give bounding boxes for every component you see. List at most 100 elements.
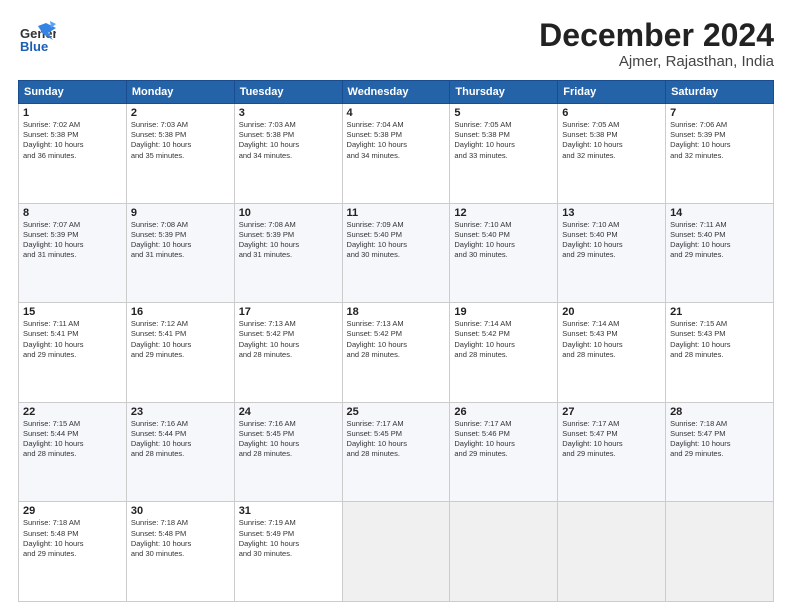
day-number: 23 — [131, 406, 230, 418]
col-saturday: Saturday — [666, 81, 774, 104]
col-wednesday: Wednesday — [342, 81, 450, 104]
table-row — [666, 502, 774, 602]
day-number: 4 — [347, 107, 446, 119]
day-number: 14 — [670, 207, 769, 219]
table-row: 16Sunrise: 7:12 AM Sunset: 5:41 PM Dayli… — [126, 303, 234, 403]
logo-icon: General Blue — [18, 18, 56, 56]
col-monday: Monday — [126, 81, 234, 104]
table-row: 11Sunrise: 7:09 AM Sunset: 5:40 PM Dayli… — [342, 203, 450, 303]
day-info: Sunrise: 7:19 AM Sunset: 5:49 PM Dayligh… — [239, 518, 338, 559]
table-row: 31Sunrise: 7:19 AM Sunset: 5:49 PM Dayli… — [234, 502, 342, 602]
day-info: Sunrise: 7:14 AM Sunset: 5:42 PM Dayligh… — [454, 319, 553, 360]
day-info: Sunrise: 7:18 AM Sunset: 5:48 PM Dayligh… — [131, 518, 230, 559]
calendar-subtitle: Ajmer, Rajasthan, India — [539, 53, 774, 70]
col-friday: Friday — [558, 81, 666, 104]
day-number: 29 — [23, 505, 122, 517]
day-info: Sunrise: 7:06 AM Sunset: 5:39 PM Dayligh… — [670, 120, 769, 161]
day-info: Sunrise: 7:17 AM Sunset: 5:47 PM Dayligh… — [562, 419, 661, 460]
day-number: 6 — [562, 107, 661, 119]
day-number: 28 — [670, 406, 769, 418]
table-row: 17Sunrise: 7:13 AM Sunset: 5:42 PM Dayli… — [234, 303, 342, 403]
day-info: Sunrise: 7:13 AM Sunset: 5:42 PM Dayligh… — [239, 319, 338, 360]
table-row: 12Sunrise: 7:10 AM Sunset: 5:40 PM Dayli… — [450, 203, 558, 303]
day-info: Sunrise: 7:15 AM Sunset: 5:43 PM Dayligh… — [670, 319, 769, 360]
day-info: Sunrise: 7:08 AM Sunset: 5:39 PM Dayligh… — [239, 220, 338, 261]
day-info: Sunrise: 7:08 AM Sunset: 5:39 PM Dayligh… — [131, 220, 230, 261]
day-number: 20 — [562, 306, 661, 318]
table-row: 23Sunrise: 7:16 AM Sunset: 5:44 PM Dayli… — [126, 402, 234, 502]
day-info: Sunrise: 7:11 AM Sunset: 5:41 PM Dayligh… — [23, 319, 122, 360]
day-info: Sunrise: 7:16 AM Sunset: 5:45 PM Dayligh… — [239, 419, 338, 460]
table-row: 4Sunrise: 7:04 AM Sunset: 5:38 PM Daylig… — [342, 104, 450, 204]
day-info: Sunrise: 7:11 AM Sunset: 5:40 PM Dayligh… — [670, 220, 769, 261]
day-info: Sunrise: 7:17 AM Sunset: 5:45 PM Dayligh… — [347, 419, 446, 460]
table-row: 22Sunrise: 7:15 AM Sunset: 5:44 PM Dayli… — [19, 402, 127, 502]
table-row: 6Sunrise: 7:05 AM Sunset: 5:38 PM Daylig… — [558, 104, 666, 204]
day-number: 16 — [131, 306, 230, 318]
day-info: Sunrise: 7:14 AM Sunset: 5:43 PM Dayligh… — [562, 319, 661, 360]
day-number: 3 — [239, 107, 338, 119]
table-row: 8Sunrise: 7:07 AM Sunset: 5:39 PM Daylig… — [19, 203, 127, 303]
day-number: 11 — [347, 207, 446, 219]
day-info: Sunrise: 7:12 AM Sunset: 5:41 PM Dayligh… — [131, 319, 230, 360]
logo: General Blue — [18, 18, 56, 56]
day-number: 27 — [562, 406, 661, 418]
day-info: Sunrise: 7:10 AM Sunset: 5:40 PM Dayligh… — [454, 220, 553, 261]
day-info: Sunrise: 7:03 AM Sunset: 5:38 PM Dayligh… — [131, 120, 230, 161]
title-section: December 2024 Ajmer, Rajasthan, India — [539, 18, 774, 70]
day-info: Sunrise: 7:05 AM Sunset: 5:38 PM Dayligh… — [562, 120, 661, 161]
day-number: 25 — [347, 406, 446, 418]
table-row: 15Sunrise: 7:11 AM Sunset: 5:41 PM Dayli… — [19, 303, 127, 403]
day-info: Sunrise: 7:10 AM Sunset: 5:40 PM Dayligh… — [562, 220, 661, 261]
day-number: 31 — [239, 505, 338, 517]
day-number: 19 — [454, 306, 553, 318]
header: General Blue December 2024 Ajmer, Rajast… — [18, 18, 774, 70]
table-row: 29Sunrise: 7:18 AM Sunset: 5:48 PM Dayli… — [19, 502, 127, 602]
day-number: 1 — [23, 107, 122, 119]
table-row: 9Sunrise: 7:08 AM Sunset: 5:39 PM Daylig… — [126, 203, 234, 303]
table-row — [342, 502, 450, 602]
day-number: 5 — [454, 107, 553, 119]
table-row: 13Sunrise: 7:10 AM Sunset: 5:40 PM Dayli… — [558, 203, 666, 303]
day-number: 21 — [670, 306, 769, 318]
col-tuesday: Tuesday — [234, 81, 342, 104]
day-number: 15 — [23, 306, 122, 318]
day-info: Sunrise: 7:17 AM Sunset: 5:46 PM Dayligh… — [454, 419, 553, 460]
page: General Blue December 2024 Ajmer, Rajast… — [0, 0, 792, 612]
day-info: Sunrise: 7:03 AM Sunset: 5:38 PM Dayligh… — [239, 120, 338, 161]
day-info: Sunrise: 7:05 AM Sunset: 5:38 PM Dayligh… — [454, 120, 553, 161]
svg-text:Blue: Blue — [20, 39, 48, 54]
day-info: Sunrise: 7:13 AM Sunset: 5:42 PM Dayligh… — [347, 319, 446, 360]
day-number: 2 — [131, 107, 230, 119]
table-row: 5Sunrise: 7:05 AM Sunset: 5:38 PM Daylig… — [450, 104, 558, 204]
day-number: 30 — [131, 505, 230, 517]
col-thursday: Thursday — [450, 81, 558, 104]
header-row: Sunday Monday Tuesday Wednesday Thursday… — [19, 81, 774, 104]
table-row: 19Sunrise: 7:14 AM Sunset: 5:42 PM Dayli… — [450, 303, 558, 403]
day-number: 8 — [23, 207, 122, 219]
day-number: 26 — [454, 406, 553, 418]
table-row: 1Sunrise: 7:02 AM Sunset: 5:38 PM Daylig… — [19, 104, 127, 204]
table-row: 28Sunrise: 7:18 AM Sunset: 5:47 PM Dayli… — [666, 402, 774, 502]
day-info: Sunrise: 7:15 AM Sunset: 5:44 PM Dayligh… — [23, 419, 122, 460]
table-row: 24Sunrise: 7:16 AM Sunset: 5:45 PM Dayli… — [234, 402, 342, 502]
day-info: Sunrise: 7:18 AM Sunset: 5:48 PM Dayligh… — [23, 518, 122, 559]
day-number: 17 — [239, 306, 338, 318]
table-row: 7Sunrise: 7:06 AM Sunset: 5:39 PM Daylig… — [666, 104, 774, 204]
day-info: Sunrise: 7:02 AM Sunset: 5:38 PM Dayligh… — [23, 120, 122, 161]
day-number: 13 — [562, 207, 661, 219]
table-row: 18Sunrise: 7:13 AM Sunset: 5:42 PM Dayli… — [342, 303, 450, 403]
calendar-table: Sunday Monday Tuesday Wednesday Thursday… — [18, 80, 774, 602]
table-row — [558, 502, 666, 602]
table-row: 2Sunrise: 7:03 AM Sunset: 5:38 PM Daylig… — [126, 104, 234, 204]
day-number: 18 — [347, 306, 446, 318]
col-sunday: Sunday — [19, 81, 127, 104]
table-row: 27Sunrise: 7:17 AM Sunset: 5:47 PM Dayli… — [558, 402, 666, 502]
day-number: 10 — [239, 207, 338, 219]
calendar-title: December 2024 — [539, 18, 774, 53]
table-row: 10Sunrise: 7:08 AM Sunset: 5:39 PM Dayli… — [234, 203, 342, 303]
table-row: 14Sunrise: 7:11 AM Sunset: 5:40 PM Dayli… — [666, 203, 774, 303]
table-row: 20Sunrise: 7:14 AM Sunset: 5:43 PM Dayli… — [558, 303, 666, 403]
table-row: 3Sunrise: 7:03 AM Sunset: 5:38 PM Daylig… — [234, 104, 342, 204]
day-number: 12 — [454, 207, 553, 219]
